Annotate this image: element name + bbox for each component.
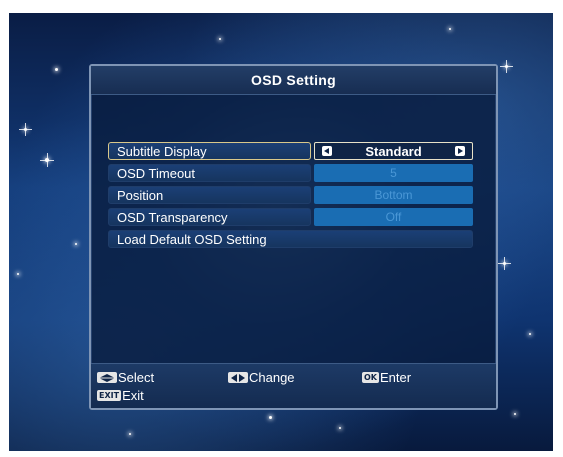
- star-decoration: [498, 257, 511, 270]
- menu-item-load-default-osd-setting[interactable]: Load Default OSD Setting: [108, 230, 473, 248]
- enter-hint-label: Enter: [380, 370, 412, 385]
- star-decoration: [500, 60, 513, 73]
- star-decoration: [19, 123, 32, 136]
- subtitle-display-value: Standard: [365, 144, 422, 159]
- dialog-title-bar: OSD Setting: [91, 66, 496, 95]
- star-decoration: [529, 333, 531, 335]
- star-decoration: [339, 427, 341, 429]
- star-decoration: [40, 153, 54, 167]
- star-decoration: [514, 413, 516, 415]
- menu-item-osd-timeout[interactable]: OSD Timeout: [108, 164, 311, 182]
- menu-item-osd-transparency[interactable]: OSD Transparency: [108, 208, 311, 226]
- exit-hint: EXIT Exit: [97, 388, 144, 403]
- select-hint-label: Select: [118, 370, 155, 385]
- select-hint: Select: [97, 370, 154, 385]
- star-decoration: [219, 38, 221, 40]
- osd-timeout-value: 5: [390, 166, 397, 180]
- key-hint-bar: Select Change OK Enter EXIT Exit: [91, 363, 496, 408]
- right-arrow-icon[interactable]: [455, 146, 465, 156]
- menu-item-label: Load Default OSD Setting: [117, 232, 267, 247]
- position-value-box[interactable]: Bottom: [314, 186, 473, 204]
- dialog-title: OSD Setting: [251, 72, 336, 88]
- star-decoration: [449, 28, 451, 30]
- menu-item-label: Subtitle Display: [117, 144, 207, 159]
- osd-transparency-value-box[interactable]: Off: [314, 208, 473, 226]
- enter-hint: OK Enter: [362, 370, 411, 385]
- menu-item-label: OSD Timeout: [117, 166, 196, 181]
- menu-item-position[interactable]: Position: [108, 186, 311, 204]
- menu-item-label: OSD Transparency: [117, 210, 228, 225]
- star-decoration: [17, 273, 19, 275]
- star-decoration: [75, 243, 77, 245]
- exit-key-icon: EXIT: [97, 390, 122, 401]
- star-decoration: [55, 68, 58, 71]
- up-down-arrows-icon: [97, 372, 117, 383]
- tv-screen: OSD Setting Subtitle Display Standard OS…: [9, 13, 553, 451]
- menu-item-subtitle-display[interactable]: Subtitle Display: [108, 142, 311, 160]
- osd-transparency-value: Off: [385, 210, 402, 224]
- menu-item-label: Position: [117, 188, 164, 203]
- change-hint-label: Change: [249, 370, 295, 385]
- ok-key-icon: OK: [362, 372, 379, 383]
- exit-hint-label: Exit: [122, 388, 144, 403]
- osd-timeout-value-box[interactable]: 5: [314, 164, 473, 182]
- osd-setting-dialog: OSD Setting Subtitle Display Standard OS…: [89, 64, 498, 410]
- position-value: Bottom: [374, 188, 413, 202]
- star-decoration: [129, 433, 131, 435]
- subtitle-display-selector[interactable]: Standard: [314, 142, 473, 160]
- change-hint: Change: [228, 370, 295, 385]
- star-decoration: [269, 416, 272, 419]
- left-right-arrows-icon: [228, 372, 248, 383]
